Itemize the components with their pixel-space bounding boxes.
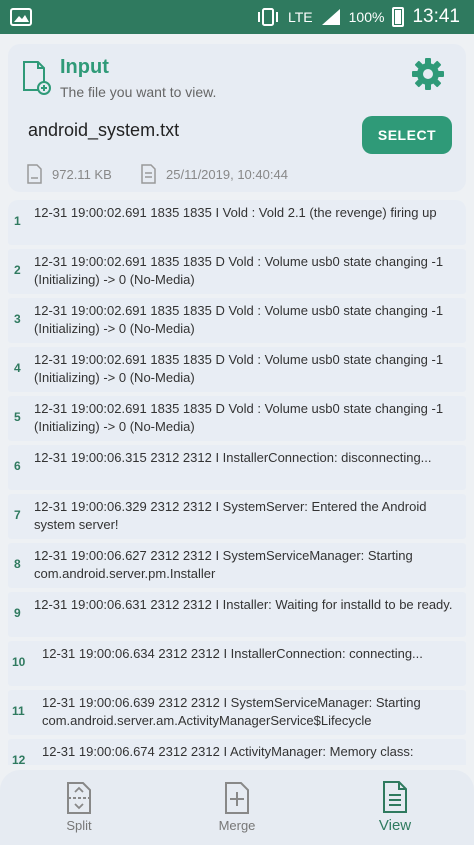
- log-row: 8 12-31 19:00:06.627 2312 2312 I SystemS…: [8, 543, 466, 588]
- status-bar: LTE 100% 13:41: [0, 0, 474, 34]
- log-line-text: 12-31 19:00:02.691 1835 1835 D Vold : Vo…: [34, 401, 444, 434]
- log-line-number: 10: [12, 655, 26, 669]
- log-line-number: 7: [14, 508, 21, 522]
- status-bar-left: [10, 8, 32, 26]
- input-subtitle: The file you want to view.: [60, 84, 217, 100]
- log-line-text: 12-31 19:00:02.691 1835 1835 D Vold : Vo…: [34, 254, 444, 287]
- bottom-navigation: Split Merge View: [0, 770, 474, 845]
- file-date-info: 25/11/2019, 10:40:44: [140, 164, 288, 184]
- vibrate-icon: [258, 8, 278, 26]
- status-bar-right: LTE 100% 13:41: [256, 6, 460, 28]
- input-card: Input The file you want to view. android…: [8, 44, 466, 192]
- gear-icon[interactable]: [410, 56, 446, 92]
- log-row: 9 12-31 19:00:06.631 2312 2312 I Install…: [8, 592, 466, 637]
- log-row: 12 12-31 19:00:06.674 2312 2312 I Activi…: [8, 739, 466, 765]
- log-row: 3 12-31 19:00:02.691 1835 1835 D Vold : …: [8, 298, 466, 343]
- log-row: 7 12-31 19:00:06.329 2312 2312 I SystemS…: [8, 494, 466, 539]
- nav-merge[interactable]: Merge: [177, 782, 297, 833]
- split-icon: [67, 782, 91, 814]
- log-line-number: 8: [14, 557, 21, 571]
- log-row: 1 12-31 19:00:02.691 1835 1835 I Vold : …: [8, 200, 466, 245]
- log-line-number: 9: [14, 606, 21, 620]
- log-line-number: 3: [14, 312, 21, 326]
- signal-icon: [321, 9, 340, 25]
- log-line-text: 12-31 19:00:02.691 1835 1835 D Vold : Vo…: [34, 303, 444, 336]
- log-line-number: 11: [12, 704, 25, 718]
- merge-icon: [225, 782, 249, 814]
- log-line-text: 12-31 19:00:06.634 2312 2312 I Installer…: [42, 646, 423, 661]
- nav-split-label: Split: [66, 818, 92, 833]
- log-line-text: 12-31 19:00:06.631 2312 2312 I Installer…: [34, 597, 453, 612]
- log-line-number: 6: [14, 459, 21, 473]
- select-file-button[interactable]: SELECT: [362, 116, 452, 154]
- battery-icon: [392, 7, 405, 27]
- file-add-icon: [23, 61, 51, 95]
- log-line-text: 12-31 19:00:06.627 2312 2312 I SystemSer…: [34, 548, 413, 581]
- battery-percentage: 100%: [348, 9, 385, 25]
- file-size-icon: [27, 164, 42, 184]
- nav-view-label: View: [378, 817, 412, 834]
- log-row: 11 12-31 19:00:06.639 2312 2312 I System…: [8, 690, 466, 735]
- nav-merge-label: Merge: [218, 818, 256, 833]
- log-line-number: 12: [12, 753, 26, 765]
- view-document-icon: [383, 781, 407, 813]
- log-row: 4 12-31 19:00:02.691 1835 1835 D Vold : …: [8, 347, 466, 392]
- gallery-notification-icon: [10, 8, 32, 26]
- log-line-text: 12-31 19:00:06.329 2312 2312 I SystemSer…: [34, 499, 427, 532]
- log-row: 5 12-31 19:00:02.691 1835 1835 D Vold : …: [8, 396, 466, 441]
- log-row: 6 12-31 19:00:06.315 2312 2312 I Install…: [8, 445, 466, 490]
- log-list[interactable]: 1 12-31 19:00:02.691 1835 1835 I Vold : …: [8, 200, 466, 765]
- file-size: 972.11 KB: [52, 166, 112, 182]
- nav-split[interactable]: Split: [19, 782, 139, 833]
- log-line-text: 12-31 19:00:06.639 2312 2312 I SystemSer…: [42, 695, 421, 728]
- nav-view[interactable]: View: [335, 781, 455, 834]
- log-row: 10 12-31 19:00:06.634 2312 2312 I Instal…: [8, 641, 466, 686]
- log-line-text: 12-31 19:00:06.315 2312 2312 I Installer…: [34, 450, 432, 465]
- log-line-text: 12-31 19:00:02.691 1835 1835 I Vold : Vo…: [34, 205, 437, 220]
- log-line-number: 2: [14, 263, 21, 277]
- network-type-label: LTE: [288, 9, 313, 25]
- log-line-text: 12-31 19:00:02.691 1835 1835 D Vold : Vo…: [34, 352, 444, 385]
- file-date-icon: [141, 164, 156, 184]
- log-line-text: 12-31 19:00:06.674 2312 2312 I ActivityM…: [42, 744, 414, 759]
- file-size-info: 972.11 KB: [26, 164, 112, 184]
- selected-file-name: android_system.txt: [28, 120, 180, 140]
- file-date: 25/11/2019, 10:40:44: [166, 166, 288, 182]
- log-line-number: 1: [14, 214, 21, 228]
- input-title: Input: [60, 56, 109, 78]
- log-row: 2 12-31 19:00:02.691 1835 1835 D Vold : …: [8, 249, 466, 294]
- log-line-number: 4: [14, 361, 21, 375]
- clock: 13:41: [412, 6, 460, 27]
- log-line-number: 5: [14, 410, 21, 424]
